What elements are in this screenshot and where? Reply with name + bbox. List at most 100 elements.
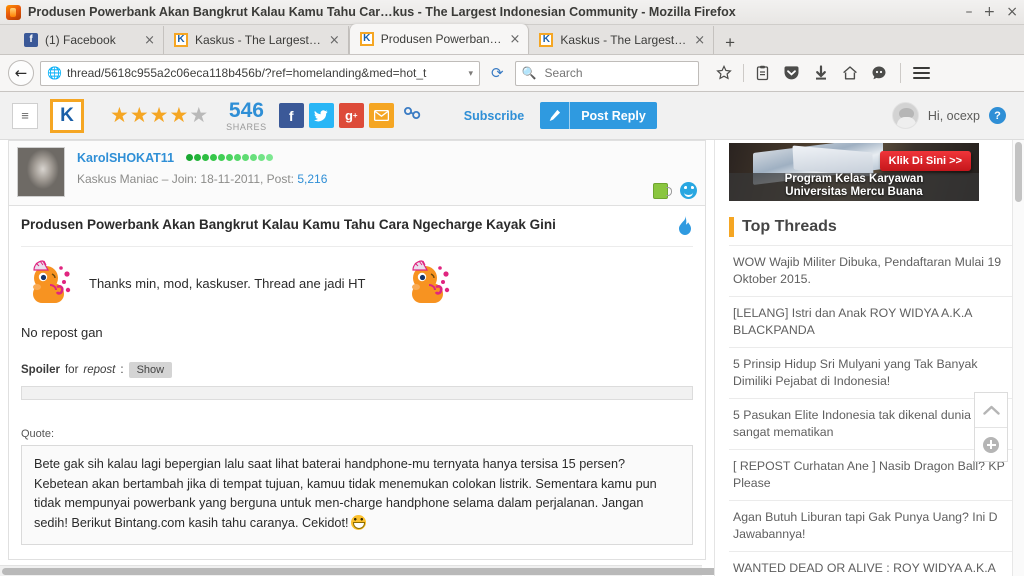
quote-text: Bete gak sih kalau lagi bepergian lalu s… [34, 457, 657, 531]
share-count-label: SHARES [226, 121, 267, 132]
divider [742, 64, 744, 82]
window-controls: – + × [956, 5, 1018, 19]
googleplus-share-button[interactable]: g + [338, 103, 364, 128]
avatar[interactable] [17, 147, 65, 197]
close-tab-icon[interactable]: × [329, 33, 340, 48]
close-tab-icon[interactable]: × [144, 33, 155, 48]
new-tab-button[interactable]: + [714, 34, 746, 54]
no-repost-text: No repost gan [21, 325, 103, 340]
pencil-icon[interactable] [540, 102, 571, 129]
reader-list-icon[interactable] [750, 60, 776, 86]
star-icon[interactable]: ★ [110, 105, 129, 126]
vertical-scrollbar-thumb[interactable] [1015, 142, 1022, 202]
social-share-group: f g + [278, 103, 422, 128]
search-input[interactable] [542, 65, 692, 81]
blue-smiley-icon[interactable] [680, 182, 697, 199]
browser-tab-3[interactable]: K Kaskus - The Largest… × [529, 26, 715, 54]
post-author-meta-text: Kaskus Maniac – Join: 18-11-2011, Post: [77, 172, 298, 186]
copy-link-icon[interactable] [403, 105, 422, 126]
ad-text: Program Kelas Karyawan Universitas Mercu… [729, 173, 979, 199]
horizontal-scrollbar[interactable] [0, 565, 714, 576]
post-body: Produsen Powerbank Akan Bangkrut Kalau K… [8, 205, 706, 560]
star-icon[interactable]: ★ [130, 105, 149, 126]
list-item[interactable]: WANTED DEAD OR ALIVE : ROY WIDYA A.K.A B… [729, 552, 1024, 576]
star-icon[interactable]: ★ [189, 105, 208, 126]
chevron-down-icon[interactable]: ▾ [468, 68, 475, 79]
post-user-info: KarolSHOKAT11 Kaskus Maniac – Join: 18-1… [77, 147, 697, 186]
twitter-share-button[interactable] [308, 103, 334, 128]
post-reply-button[interactable]: Post Reply [540, 102, 657, 129]
tab-label: Produsen Powerban… [380, 32, 502, 46]
home-icon[interactable] [837, 60, 863, 86]
vertical-scrollbar[interactable] [1012, 140, 1024, 576]
sync-smiley-icon[interactable] [866, 60, 892, 86]
post-header-icons [653, 182, 697, 199]
facebook-icon: f [24, 33, 38, 47]
help-icon[interactable]: ? [989, 107, 1006, 124]
spoiler-content-box [21, 386, 693, 400]
tab-label: Kaskus - The Largest… [195, 33, 321, 47]
browser-tab-0[interactable]: f (1) Facebook × [14, 26, 164, 54]
downloads-icon[interactable] [808, 60, 834, 86]
spoiler-label: Spoiler [21, 364, 60, 376]
post-author-link[interactable]: KarolSHOKAT11 [77, 151, 174, 165]
cendol-icon[interactable] [653, 182, 672, 199]
spoiler-for-text: for [64, 364, 79, 376]
kaskus-menu-button[interactable]: ≡ [12, 102, 38, 129]
list-item[interactable]: WOW Wajib Militer Dibuka, Pendaftaran Mu… [729, 246, 1024, 297]
close-tab-icon[interactable]: × [694, 33, 705, 48]
horizontal-scrollbar-thumb[interactable] [2, 568, 714, 575]
page-content: KarolSHOKAT11 Kaskus Maniac – Join: 18-1… [0, 140, 1024, 576]
spoiler-show-button[interactable]: Show [128, 362, 173, 378]
ad-banner[interactable]: Klik Di Sini >> Program Kelas Karyawan U… [729, 143, 979, 201]
post-header: KarolSHOKAT11 Kaskus Maniac – Join: 18-1… [8, 140, 706, 205]
maximize-button[interactable]: + [984, 5, 996, 19]
user-greeting[interactable]: Hi, ocexp [928, 109, 980, 123]
tab-label: (1) Facebook [45, 33, 116, 47]
thread-rating[interactable]: ★ ★ ★ ★ ★ [110, 105, 208, 126]
share-counter: 546 SHARES [226, 100, 267, 132]
ad-text-line2: Universitas Mercu Buana [785, 186, 923, 199]
star-icon[interactable]: ★ [150, 105, 169, 126]
browser-search-box[interactable]: 🔍 [514, 60, 699, 86]
list-item[interactable]: [LELANG] Istri dan Anak ROY WIDYA A.K.A … [729, 297, 1024, 348]
navbar-icon-group [711, 60, 935, 86]
email-share-button[interactable] [368, 103, 394, 128]
tab-label: Kaskus - The Largest… [560, 33, 687, 47]
subscribe-button[interactable]: Subscribe [464, 109, 524, 123]
scroll-to-top-button[interactable] [975, 393, 1007, 427]
close-tab-icon[interactable]: × [510, 32, 521, 47]
avatar[interactable] [891, 102, 919, 129]
post-title-row: Produsen Powerbank Akan Bangkrut Kalau K… [21, 216, 693, 235]
kaskus-logo-icon[interactable]: K [50, 98, 84, 133]
facebook-share-button[interactable]: f [278, 103, 304, 128]
add-button[interactable] [975, 427, 1007, 461]
post-reply-label: Post Reply [581, 108, 646, 123]
address-bar[interactable]: 🌐 thread/5618c955a2c06eca118b456b/?ref=h… [40, 60, 480, 86]
pocket-icon[interactable] [779, 60, 805, 86]
party-emoticon-icon [406, 257, 464, 309]
star-icon[interactable]: ★ [169, 105, 188, 126]
reload-icon[interactable]: ⟳ [486, 64, 509, 82]
ad-cta-button[interactable]: Klik Di Sini >> [879, 151, 971, 171]
right-sidebar: Klik Di Sini >> Program Kelas Karyawan U… [714, 140, 1024, 576]
browser-tab-2-active[interactable]: K Produsen Powerban… × [348, 24, 530, 54]
browser-navbar: ← 🌐 thread/5618c955a2c06eca118b456b/?ref… [0, 55, 1024, 92]
thanks-row: Thanks min, mod, kaskuser. Thread ane ja… [21, 257, 693, 309]
hamburger-menu-icon[interactable] [909, 60, 935, 86]
list-item[interactable]: Agan Butuh Liburan tapi Gak Punya Uang? … [729, 501, 1024, 552]
bookmark-star-icon[interactable] [711, 60, 737, 86]
firefox-logo-icon [6, 4, 21, 20]
back-button[interactable]: ← [8, 60, 34, 86]
floating-action-buttons [974, 392, 1008, 462]
spoiler-topic: repost [83, 364, 116, 376]
thread-content: KarolSHOKAT11 Kaskus Maniac – Join: 18-1… [0, 140, 714, 576]
post-count-link[interactable]: 5,216 [297, 172, 327, 186]
minimize-button[interactable]: – [966, 5, 973, 19]
close-window-button[interactable]: × [1006, 5, 1018, 19]
browser-tab-1[interactable]: K Kaskus - The Largest… × [164, 26, 349, 54]
globe-icon: 🌐 [47, 66, 62, 80]
quote-label: Quote: [21, 428, 55, 440]
url-text: thread/5618c955a2c06eca118b456b/?ref=hom… [66, 66, 427, 80]
thanks-text: Thanks min, mod, kaskuser. Thread ane ja… [89, 275, 366, 291]
